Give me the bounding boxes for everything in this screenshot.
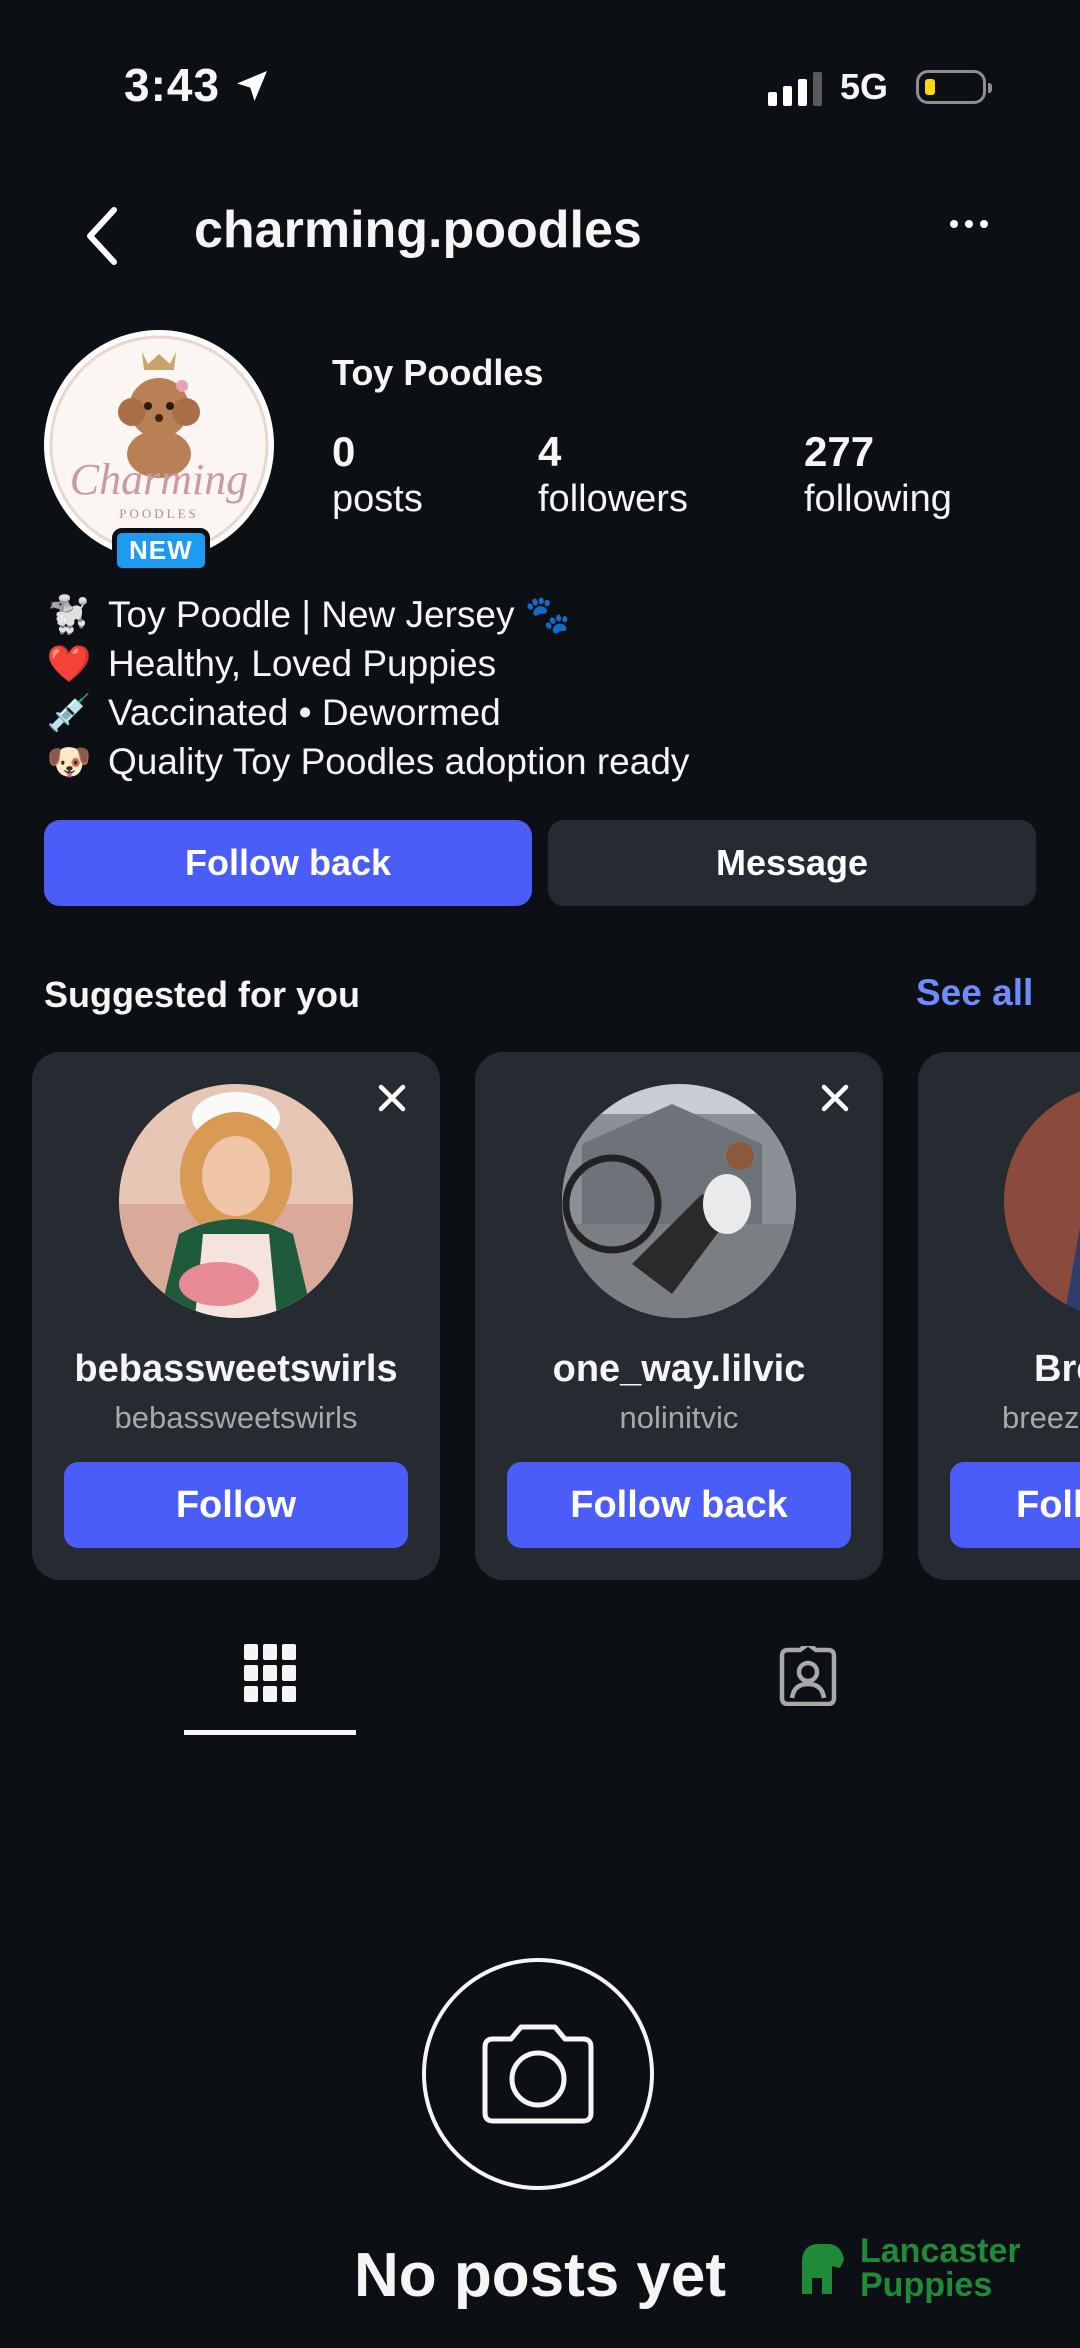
stat-label: posts (332, 478, 423, 520)
active-tab-indicator (184, 1730, 356, 1735)
bio-text: Quality Toy Poodles adoption ready (108, 741, 690, 782)
suggested-avatar[interactable] (1004, 1084, 1080, 1318)
battery-icon (916, 70, 992, 104)
stat-label: followers (538, 478, 688, 520)
bio-text: Vaccinated • Dewormed (108, 692, 501, 733)
bio-text: Toy Poodle | New Jersey 🐾 (108, 594, 571, 635)
bio-line: 🐶 Quality Toy Poodles adoption ready (44, 737, 690, 786)
profile-username: charming.poodles (194, 201, 642, 259)
grid-icon (244, 1644, 296, 1702)
profile-avatar[interactable]: Charming POODLES (44, 330, 274, 560)
camera-icon (422, 1958, 654, 2190)
lancaster-puppies-watermark: Lancaster Puppies (796, 2234, 1021, 2302)
follow-back-button[interactable]: Follow back (44, 820, 532, 906)
syringe-emoji: 💉 (46, 692, 92, 733)
following-stat[interactable]: 277 following (804, 428, 952, 521)
status-time: 3:43 (124, 59, 221, 111)
stat-label: following (804, 478, 952, 520)
see-all-link[interactable]: See all (916, 972, 1033, 1014)
back-chevron-icon[interactable] (80, 204, 128, 268)
follow-button[interactable]: Follow (64, 1462, 408, 1548)
stat-value: 277 (804, 428, 875, 475)
signal-icon (768, 72, 822, 106)
suggested-handle: bebassweetswirls (114, 1400, 358, 1435)
display-name: Toy Poodles (332, 352, 544, 393)
watermark-line1: Lancaster (860, 2232, 1021, 2270)
avatar-logo-subtext: POODLES (119, 506, 199, 521)
suggested-card[interactable]: bebassweetswirls bebassweetswirls Follow (32, 1052, 440, 1580)
suggested-handle: breez (1002, 1400, 1080, 1435)
new-badge: NEW (112, 528, 210, 573)
bio-line: 🐩 Toy Poodle | New Jersey 🐾 (44, 590, 689, 639)
network-label: 5G (840, 66, 889, 107)
posts-stat: 0 posts (332, 428, 423, 521)
tagged-icon[interactable] (776, 1641, 840, 1711)
suggested-title: Suggested for you (44, 974, 361, 1015)
dog-face-emoji: 🐶 (46, 741, 92, 782)
suggested-avatar[interactable] (562, 1084, 796, 1318)
followers-stat[interactable]: 4 followers (538, 428, 688, 521)
bio-text: Healthy, Loved Puppies (108, 643, 497, 684)
bio-line: ❤️ Healthy, Loved Puppies (44, 639, 689, 688)
heart-emoji: ❤️ (46, 643, 92, 684)
suggested-card[interactable]: one_way.lilvic nolinitvic Follow back (475, 1052, 883, 1580)
stat-value: 4 (538, 428, 562, 475)
close-icon[interactable] (815, 1078, 855, 1118)
more-icon[interactable] (950, 220, 988, 228)
suggested-name[interactable]: Bre (918, 1348, 1080, 1391)
puppy-logo-icon (802, 2244, 844, 2294)
stat-value: 0 (332, 428, 356, 475)
close-icon[interactable] (372, 1078, 412, 1118)
suggested-name[interactable]: bebassweetswirls (32, 1348, 440, 1391)
suggested-handle: nolinitvic (619, 1400, 739, 1435)
message-button[interactable]: Message (548, 820, 1036, 906)
location-arrow-icon (232, 66, 272, 111)
bio-line: 💉 Vaccinated • Dewormed (44, 688, 689, 737)
suggested-avatar[interactable] (119, 1084, 353, 1318)
follow-button[interactable]: Foll (950, 1462, 1080, 1548)
tab-posts-grid[interactable] (184, 1644, 356, 1736)
avatar-logo-text: Charming (70, 455, 248, 504)
poodle-emoji: 🐩 (46, 594, 92, 635)
suggested-card[interactable]: Bre breez Foll (918, 1052, 1080, 1580)
profile-bio: 🐩 Toy Poodle | New Jersey 🐾 ❤️ Healthy, Lo… (44, 590, 690, 786)
suggested-name[interactable]: one_way.lilvic (475, 1348, 883, 1391)
follow-back-button[interactable]: Follow back (507, 1462, 851, 1548)
watermark-line2: Puppies (860, 2266, 993, 2304)
